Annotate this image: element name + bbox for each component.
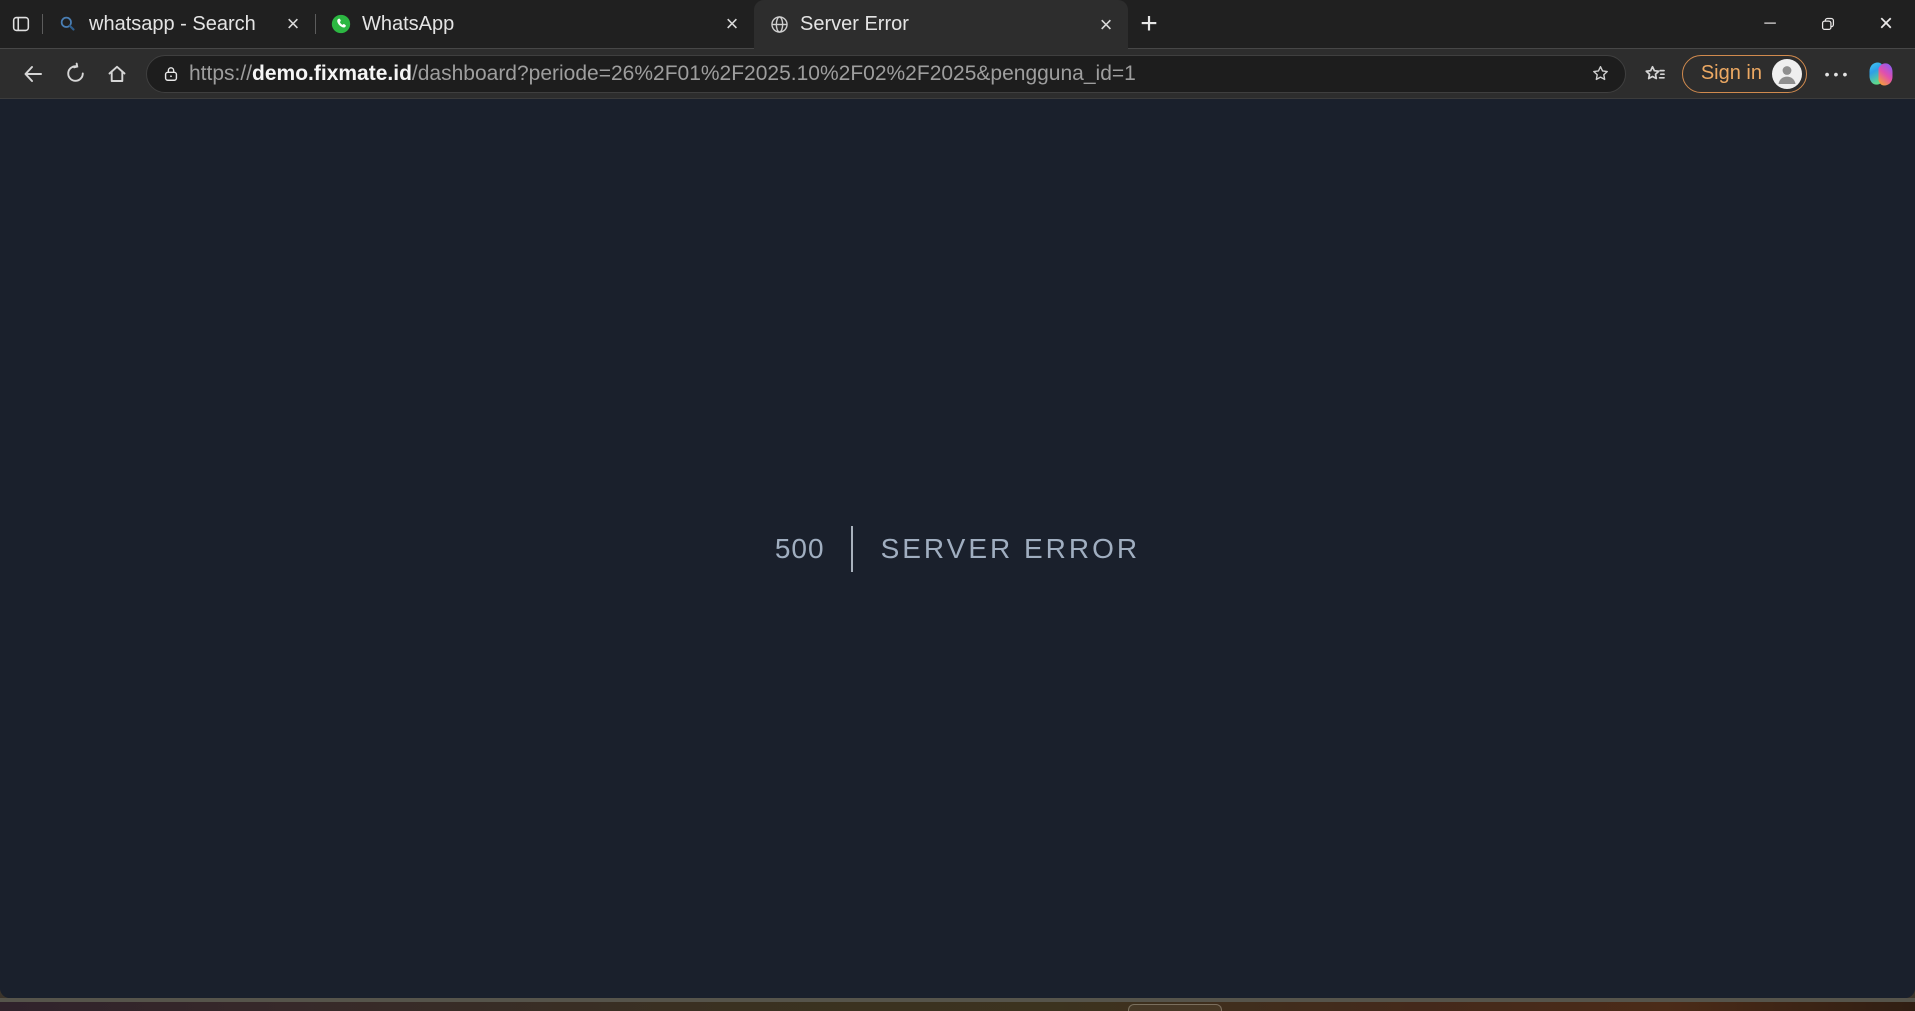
tab-actions-icon (10, 13, 32, 35)
taskbar-sliver (0, 1002, 1915, 1011)
lock-icon[interactable] (153, 58, 189, 90)
window-controls: ─ × (1741, 0, 1915, 48)
tab-bar: whatsapp - Search × WhatsApp × (0, 0, 1915, 49)
refresh-icon (64, 62, 87, 85)
page-content: 500 SERVER ERROR (0, 99, 1915, 998)
profile-avatar (1772, 59, 1802, 89)
tab-whatsapp-search[interactable]: whatsapp - Search × (43, 0, 315, 48)
copilot-button[interactable] (1859, 54, 1903, 94)
address-bar[interactable]: https://demo.fixmate.id/dashboard?period… (146, 55, 1626, 93)
url-scheme: https:// (189, 62, 252, 85)
error-message: SERVER ERROR (853, 533, 1141, 565)
url-path: /dashboard?periode=26%2F01%2F2025.10%2F0… (412, 62, 1136, 85)
globe-icon (768, 14, 790, 36)
tab-close-button[interactable]: × (1092, 11, 1120, 39)
favorites-button[interactable] (1634, 55, 1676, 93)
search-icon (57, 13, 79, 35)
back-button[interactable] (12, 55, 54, 93)
tab-close-button[interactable]: × (718, 10, 746, 38)
sign-in-label: Sign in (1701, 62, 1762, 85)
url-text: https://demo.fixmate.id/dashboard?period… (189, 62, 1583, 86)
tab-title: WhatsApp (362, 13, 708, 36)
restore-button[interactable] (1799, 0, 1857, 48)
minimize-button[interactable]: ─ (1741, 0, 1799, 48)
sign-in-button[interactable]: Sign in (1682, 55, 1807, 93)
home-icon (105, 62, 129, 86)
favorites-star-list-icon (1643, 62, 1667, 86)
back-arrow-icon (21, 62, 45, 86)
browser-window: whatsapp - Search × WhatsApp × (0, 0, 1915, 998)
tab-whatsapp[interactable]: WhatsApp × (316, 0, 754, 48)
tab-title: Server Error (800, 13, 1082, 36)
home-button[interactable] (96, 55, 138, 93)
tab-actions-menu-button[interactable] (0, 0, 42, 48)
add-favorite-button[interactable] (1583, 58, 1619, 90)
whatsapp-icon (330, 13, 352, 35)
tab-close-button[interactable]: × (279, 10, 307, 38)
tab-server-error-active[interactable]: Server Error × (754, 0, 1128, 49)
settings-more-button[interactable]: ••• (1817, 55, 1859, 93)
copilot-icon (1865, 58, 1897, 90)
tab-title: whatsapp - Search (89, 13, 269, 36)
server-error-message: 500 SERVER ERROR (775, 526, 1140, 572)
error-code: 500 (775, 533, 851, 565)
refresh-button[interactable] (54, 55, 96, 93)
close-window-button[interactable]: × (1857, 0, 1915, 48)
restore-icon (1818, 14, 1838, 34)
navigation-bar: https://demo.fixmate.id/dashboard?period… (0, 49, 1915, 99)
taskbar-button-outline[interactable] (1128, 1004, 1222, 1011)
new-tab-button[interactable]: + (1128, 0, 1170, 48)
url-domain: demo.fixmate.id (252, 62, 412, 85)
